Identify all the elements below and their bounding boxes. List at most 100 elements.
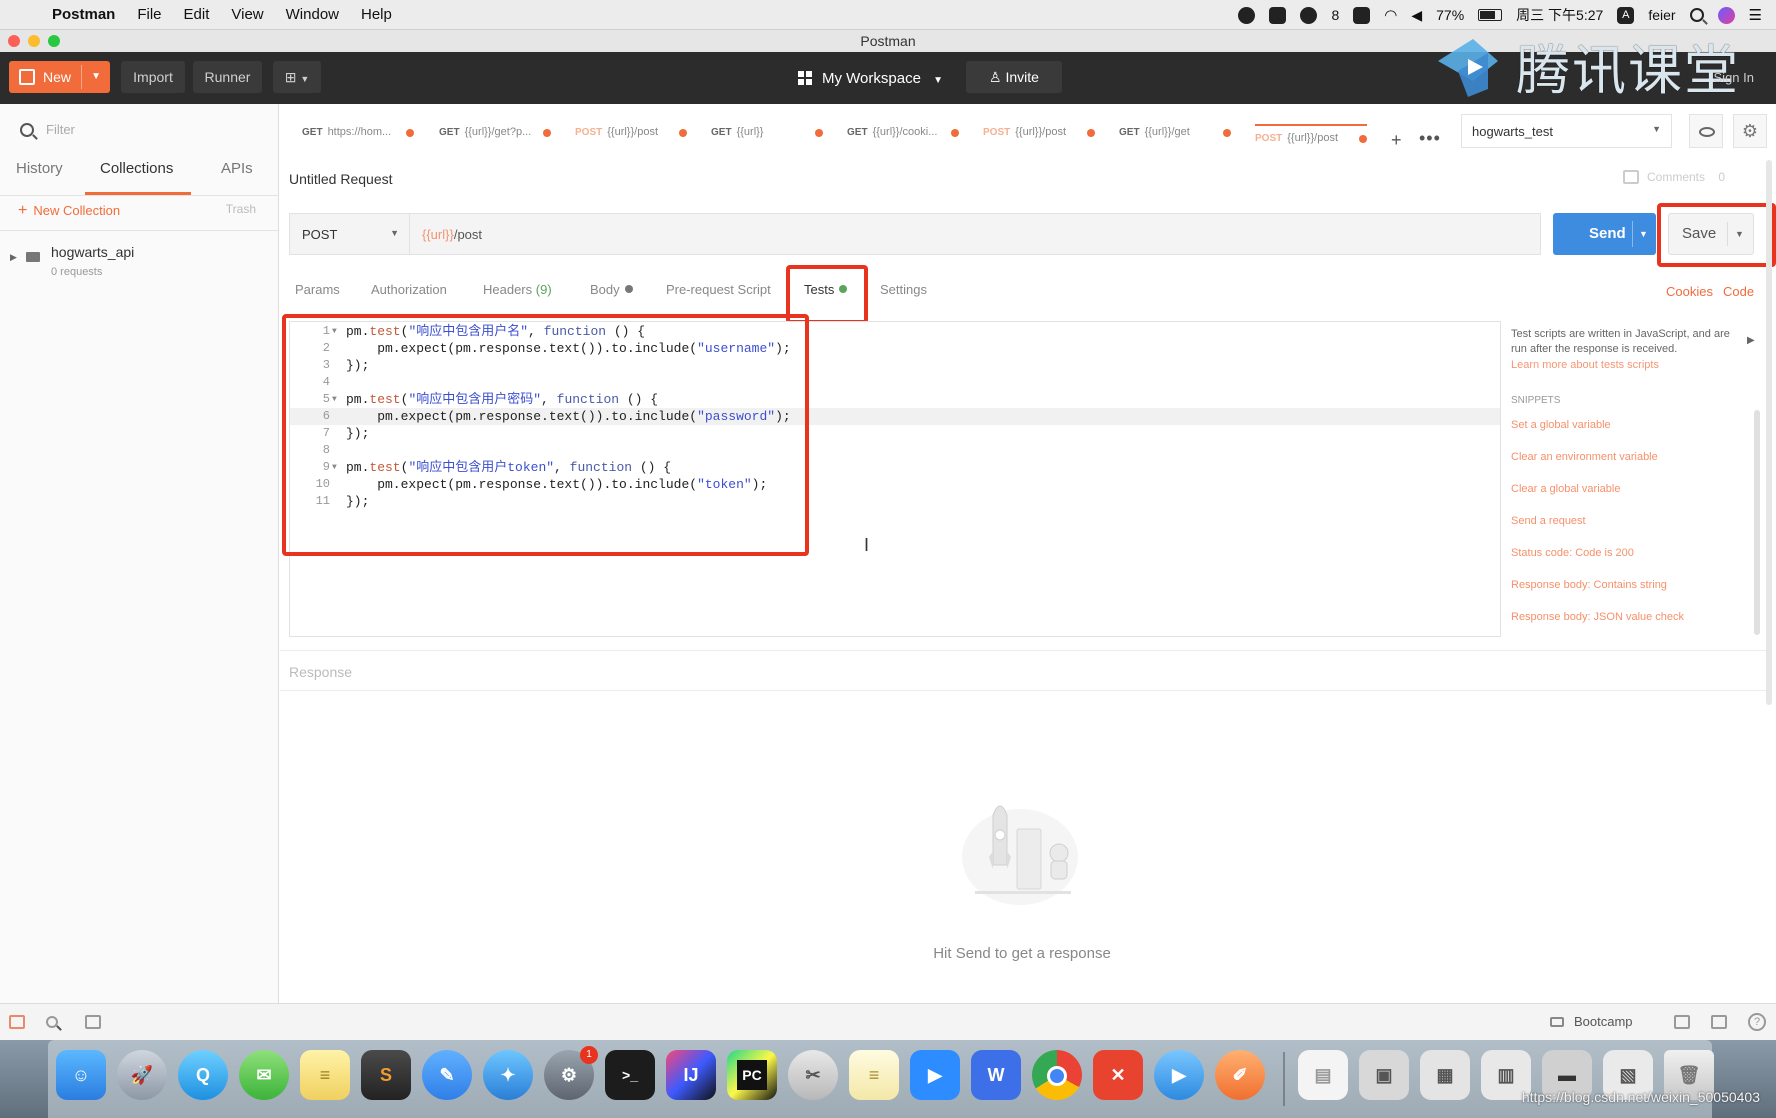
sublime-text-icon[interactable]: S <box>361 1050 411 1100</box>
menu-file[interactable]: File <box>137 6 161 23</box>
qq-tray-icon[interactable] <box>1238 6 1256 24</box>
minimize-window-icon[interactable] <box>28 35 40 47</box>
keyboard-shortcuts-icon[interactable] <box>1711 1015 1727 1029</box>
comments-button[interactable]: Comments 0 <box>1623 170 1725 184</box>
menu-edit[interactable]: Edit <box>184 6 210 23</box>
tab-headers[interactable]: Headers (9) <box>483 282 552 297</box>
url-input[interactable]: {{url}}/post <box>410 213 1541 255</box>
trash-link[interactable]: Trash <box>226 202 256 216</box>
menu-view[interactable]: View <box>231 6 263 23</box>
request-tab-active[interactable]: POST {{url}}/post <box>1255 124 1367 154</box>
xmind-icon[interactable]: ✕ <box>1093 1050 1143 1100</box>
toggle-sidebar-icon[interactable] <box>9 1015 25 1029</box>
notes-tray-icon[interactable] <box>1269 6 1287 24</box>
request-tab[interactable]: GET {{url}}/cooki... <box>847 126 959 156</box>
stickies-icon[interactable]: ≡ <box>300 1050 350 1100</box>
tencent-classroom-icon[interactable]: ▶ <box>1154 1050 1204 1100</box>
battery-icon[interactable] <box>1478 9 1503 21</box>
sidebar-filter[interactable]: Filter <box>20 122 75 137</box>
help-icon[interactable]: ? <box>1748 1013 1766 1031</box>
notes-icon[interactable]: ≡ <box>849 1050 899 1100</box>
snippet-item[interactable]: Response body: Contains string <box>1511 579 1667 591</box>
notification-center-icon[interactable]: ☰ <box>1749 6 1762 24</box>
caret-down-icon[interactable]: ▼ <box>1639 213 1648 255</box>
main-scrollbar[interactable] <box>1766 160 1772 705</box>
two-pane-view-icon[interactable] <box>1674 1015 1690 1029</box>
tab-authorization[interactable]: Authorization <box>371 282 447 297</box>
snippet-item[interactable]: Status code: Code is 200 <box>1511 547 1634 559</box>
add-tab-icon[interactable]: + <box>1391 130 1402 151</box>
pycharm-icon[interactable]: PC <box>727 1050 777 1100</box>
wps-icon[interactable]: W <box>971 1050 1021 1100</box>
sign-in-link[interactable]: Sign In <box>1714 70 1754 85</box>
tab-params[interactable]: Params <box>295 282 340 297</box>
request-tab[interactable]: POST {{url}}/post <box>983 126 1095 156</box>
new-collection-button[interactable]: + New Collection <box>18 202 120 220</box>
manage-environments-button[interactable]: ⚙ <box>1733 114 1767 148</box>
script-editor-icon[interactable]: ✂ <box>788 1050 838 1100</box>
snippet-item[interactable]: Send a request <box>1511 515 1586 527</box>
snippets-scrollbar[interactable] <box>1754 410 1760 635</box>
new-button[interactable]: New ▼ <box>9 61 110 93</box>
tab-body[interactable]: Body <box>590 282 633 297</box>
environment-select[interactable]: hogwarts_test ▼ <box>1461 114 1672 148</box>
request-tab[interactable]: GET https://hom... <box>302 126 414 156</box>
tab-history[interactable]: History <box>16 160 63 177</box>
workspace-switcher[interactable]: My Workspace ▼ <box>798 70 943 87</box>
pen-app-icon[interactable]: ✎ <box>422 1050 472 1100</box>
qq-icon[interactable]: Q <box>178 1050 228 1100</box>
send-button[interactable]: Send ▼ <box>1553 213 1656 255</box>
close-window-icon[interactable] <box>8 35 20 47</box>
input-method-icon[interactable]: A <box>1617 6 1635 24</box>
new-window-button[interactable]: ⊞ ▼ <box>273 61 321 93</box>
tab-collections[interactable]: Collections <box>100 160 173 177</box>
siri-icon[interactable] <box>1717 6 1735 24</box>
cookies-link[interactable]: Cookies <box>1666 284 1713 299</box>
request-tab[interactable]: POST {{url}}/post <box>575 126 687 156</box>
request-tab[interactable]: GET {{url}}/get <box>1119 126 1231 156</box>
import-button[interactable]: Import <box>121 61 185 93</box>
snippet-item[interactable]: Set a global variable <box>1511 419 1611 431</box>
preview-window-icon[interactable]: ▦ <box>1420 1050 1470 1100</box>
tab-apis[interactable]: APIs <box>221 160 253 177</box>
system-preferences-icon[interactable]: ⚙ 1 <box>544 1046 598 1100</box>
collapse-panel-icon[interactable]: ▶ <box>1747 335 1755 346</box>
spotlight-icon[interactable] <box>1689 8 1704 22</box>
snippet-item[interactable]: Clear a global variable <box>1511 483 1620 495</box>
snippet-item[interactable]: Clear an environment variable <box>1511 451 1658 463</box>
menu-app-name[interactable]: Postman <box>52 6 115 23</box>
menu-window[interactable]: Window <box>286 6 339 23</box>
docker-tray-icon[interactable] <box>1353 6 1371 24</box>
tab-pre-request-script[interactable]: Pre-request Script <box>666 282 771 297</box>
chrome-icon[interactable] <box>1032 1050 1082 1100</box>
request-tab[interactable]: GET {{url}}/get?p... <box>439 126 551 156</box>
expand-arrow-icon[interactable]: ▶ <box>10 252 17 263</box>
volume-icon[interactable]: ◀ <box>1411 7 1422 24</box>
more-tabs-icon[interactable]: ••• <box>1419 128 1441 149</box>
request-name[interactable]: Untitled Request <box>289 171 393 187</box>
code-link[interactable]: Code <box>1723 284 1754 299</box>
snippet-item[interactable]: Response body: JSON value check <box>1511 611 1684 623</box>
zoom-icon[interactable]: ▶ <box>910 1050 960 1100</box>
clock[interactable]: 周三 下午5:27 <box>1516 5 1603 25</box>
terminal-icon[interactable]: >_ <box>605 1050 655 1100</box>
safari-icon[interactable]: ✦ <box>483 1050 533 1100</box>
wechat-icon[interactable]: ✉ <box>239 1050 289 1100</box>
caret-down-icon[interactable]: ▼ <box>91 61 101 93</box>
environment-quick-look-button[interactable] <box>1689 114 1723 148</box>
document-icon[interactable]: ▤ <box>1298 1050 1348 1100</box>
user-name[interactable]: feier <box>1648 7 1675 23</box>
launchpad-icon[interactable]: 🚀 <box>117 1050 167 1100</box>
runner-button[interactable]: Runner <box>193 61 262 93</box>
menu-help[interactable]: Help <box>361 6 392 23</box>
learn-more-link[interactable]: Learn more about tests scripts <box>1511 359 1659 371</box>
wechat-tray-icon[interactable] <box>1300 6 1318 24</box>
zoom-window-icon[interactable] <box>48 35 60 47</box>
intellij-icon[interactable]: IJ <box>666 1050 716 1100</box>
pencil-app-icon[interactable]: ✐ <box>1215 1050 1265 1100</box>
find-icon[interactable] <box>46 1016 58 1028</box>
wifi-icon[interactable]: ◠ <box>1384 6 1397 24</box>
request-tab[interactable]: GET {{url}} <box>711 126 823 156</box>
invite-button[interactable]: ♙ Invite <box>966 61 1062 93</box>
preview-window-icon[interactable]: ▣ <box>1359 1050 1409 1100</box>
